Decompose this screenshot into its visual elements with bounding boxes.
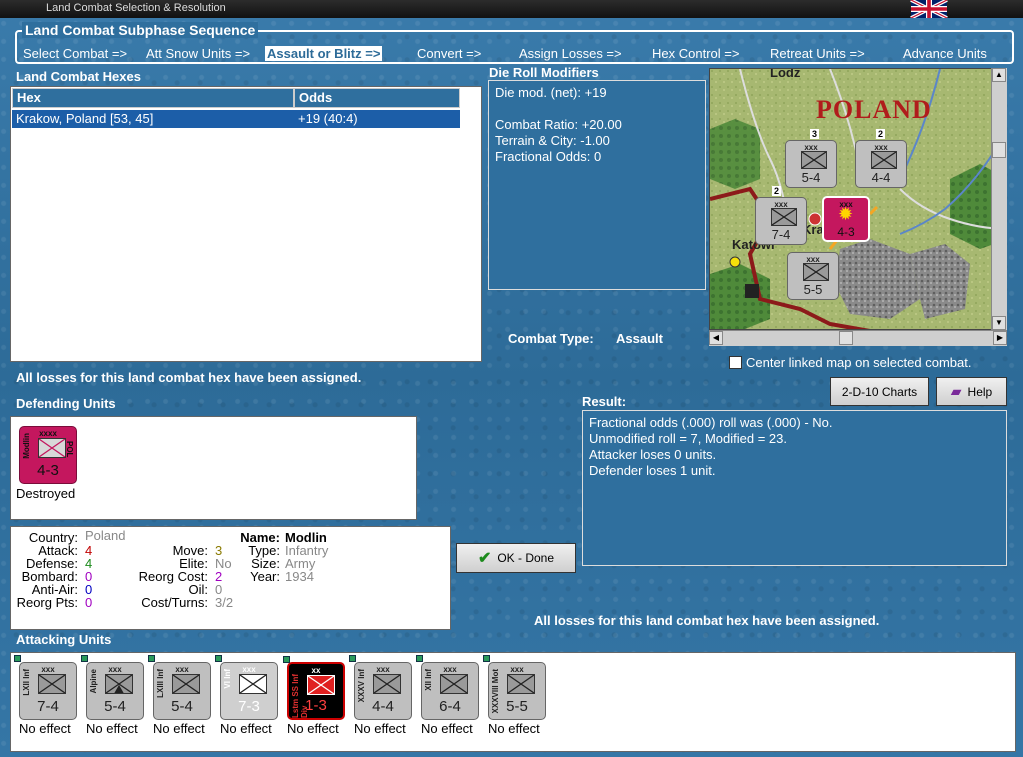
subphase-convert[interactable]: Convert => (417, 46, 481, 61)
detail-reorg-pts: 0 (85, 595, 93, 610)
book-icon: ▰ (950, 383, 962, 399)
map-unit-counter[interactable]: xxx 5-4 3 (785, 129, 837, 188)
attacker-unit[interactable]: xxx LXII Inf 7-4 (14, 655, 77, 720)
map-horizontal-scrollbar[interactable]: ◀ ▶ (709, 330, 1007, 346)
help-button[interactable]: ▰ Help (936, 377, 1007, 406)
result-panel: Fractional odds (.000) roll was (.000) -… (582, 410, 1007, 566)
attacker-unit[interactable]: xxx VI Inf 7-3 (215, 655, 278, 720)
charts-button[interactable]: 2-D-10 Charts (830, 377, 929, 406)
losses-assigned-message: All losses for this land combat hex have… (16, 370, 362, 385)
result-line: Attacker loses 0 units. (589, 447, 717, 462)
subphase-hex-control[interactable]: Hex Control => (652, 46, 739, 61)
detail-country: Poland (85, 528, 126, 543)
attacker-unit-selected[interactable]: xx Lstm SS Inf Div 1-3 (283, 656, 345, 720)
hex-row-odds[interactable]: +19 (40:4) (294, 110, 460, 128)
map-vertical-scrollbar[interactable]: ▲ ▼ (991, 68, 1007, 330)
result-line: Unmodified roll = 7, Modified = 23. (589, 431, 787, 446)
subphase-select-combat[interactable]: Select Combat => (23, 46, 127, 61)
center-map-label[interactable]: Center linked map on selected combat. (746, 355, 971, 370)
die-mod-net: Die mod. (net): +19 (495, 85, 607, 100)
attacker-unit[interactable]: xxx Alpine 5-4 (81, 655, 144, 720)
fractional-odds: Fractional Odds: 0 (495, 149, 602, 164)
subphase-title: Land Combat Subphase Sequence (22, 22, 259, 38)
odds-column-header[interactable]: Odds (294, 88, 460, 108)
result-line: Fractional odds (.000) roll was (.000) -… (589, 415, 833, 430)
map-unit-counter[interactable]: xxx 4-4 2 (855, 129, 907, 188)
attacker-unit[interactable]: xxx XXXVIII Mot 5-5 (483, 655, 546, 720)
map-unit-counter[interactable]: xxx 5-5 (787, 252, 839, 300)
window-title-bar: Land Combat Selection & Resolution (0, 0, 1023, 18)
combat-type-label: Combat Type: (508, 331, 594, 346)
explosion-icon: ✹ (838, 204, 854, 224)
defending-units-title: Defending Units (16, 396, 116, 411)
subphase-assign-losses[interactable]: Assign Losses => (519, 46, 622, 61)
losses-assigned-message-2: All losses for this land combat hex have… (534, 613, 880, 628)
map-city-lodz: Lodz (770, 68, 801, 80)
scroll-left-icon[interactable]: ◀ (709, 331, 723, 345)
ok-done-button[interactable]: ✔ OK - Done (456, 543, 576, 573)
map-unit-counter[interactable]: xxx 7-4 2 (755, 186, 807, 245)
map-country-label: POLAND (816, 95, 932, 124)
window-title: Land Combat Selection & Resolution (46, 2, 226, 14)
result-title: Result: (582, 394, 627, 409)
combat-type-value: Assault (616, 331, 663, 346)
attacker-unit[interactable]: xxx XXXV Inf 4-4 (349, 655, 412, 720)
detail-cost-turns: 3/2 (215, 595, 234, 610)
uk-flag-icon (910, 0, 948, 18)
map-target-counter[interactable]: xxx ✹ 4-3 (822, 196, 870, 242)
subphase-assault-or-blitz[interactable]: Assault or Blitz => (265, 46, 383, 61)
center-map-checkbox[interactable] (729, 356, 742, 369)
hex-column-header[interactable]: Hex (12, 88, 294, 108)
attacker-unit[interactable]: xxx LXIII Inf 5-4 (148, 655, 211, 720)
terrain-city: Terrain & City: -1.00 (495, 133, 610, 148)
land-combat-hexes-title: Land Combat Hexes (16, 69, 141, 84)
detail-year: 1934 (285, 569, 314, 584)
subphase-advance-units[interactable]: Advance Units (903, 46, 987, 61)
combat-ratio: Combat Ratio: +20.00 (495, 117, 622, 132)
scroll-down-icon[interactable]: ▼ (992, 316, 1006, 330)
subphase-retreat-units[interactable]: Retreat Units => (770, 46, 865, 61)
die-roll-modifiers-panel: Die mod. (net): +19 Combat Ratio: +20.00… (488, 80, 706, 290)
attacking-units-title: Attacking Units (16, 632, 112, 647)
hex-row-hex[interactable]: Krakow, Poland [53, 45] (12, 110, 294, 128)
attacker-unit[interactable]: xxx XII Inf 6-4 (416, 655, 479, 720)
scroll-right-icon[interactable]: ▶ (993, 331, 1007, 345)
checkmark-icon: ✔ (477, 550, 492, 567)
defender-effect: Destroyed (16, 486, 76, 501)
defender-unit-modlin[interactable]: xxxx Modlin POL 4-3 (19, 426, 77, 484)
result-line: Defender loses 1 unit. (589, 463, 716, 478)
subphase-att-snow-units[interactable]: Att Snow Units => (146, 46, 250, 61)
die-roll-modifiers-title: Die Roll Modifiers (489, 65, 599, 80)
scroll-h-thumb[interactable] (839, 331, 853, 345)
scroll-v-thumb[interactable] (992, 142, 1006, 158)
scroll-up-icon[interactable]: ▲ (992, 68, 1006, 82)
